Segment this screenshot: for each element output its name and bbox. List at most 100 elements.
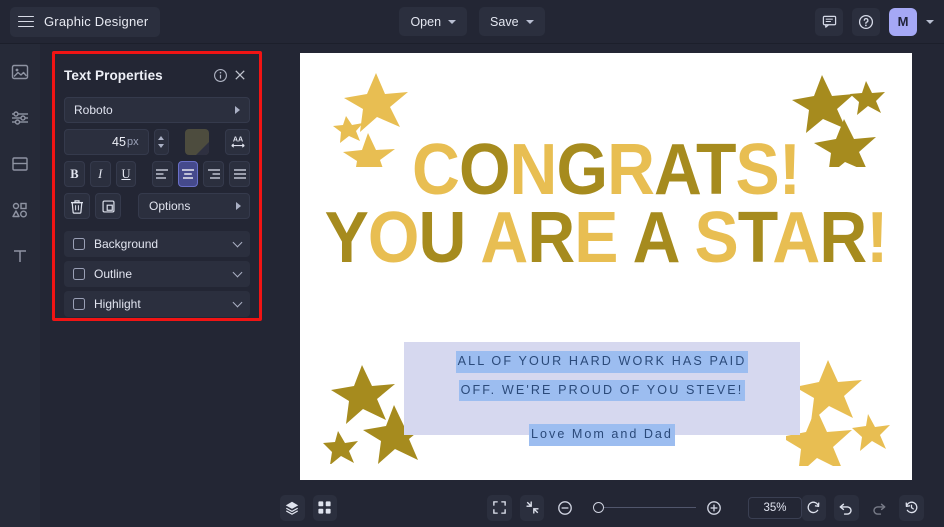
selected-text-box[interactable]: ALL OF YOUR HARD WORK HAS PAID OFF. WE'R… <box>404 342 800 446</box>
zoom-out-button[interactable] <box>552 495 577 521</box>
zoom-in-icon <box>707 500 722 515</box>
zoom-slider-track[interactable] <box>603 506 696 509</box>
design-card[interactable]: CONGRATS! YOU ARE A STAR! ALL OF YOUR HA… <box>300 53 912 480</box>
layers-button[interactable] <box>280 494 305 521</box>
letter-spacing-button[interactable]: AA <box>225 129 251 155</box>
app-title: Graphic Designer <box>44 14 149 29</box>
chevron-down-icon[interactable] <box>232 267 243 278</box>
save-button[interactable]: Save <box>479 7 545 36</box>
actions-row: Options <box>64 193 250 219</box>
info-icon[interactable] <box>210 65 230 85</box>
font-size-row: 45 px AA <box>64 129 251 155</box>
italic-button[interactable]: I <box>89 161 111 187</box>
options-button[interactable]: Options <box>138 193 250 219</box>
fit-screen-icon <box>493 501 506 514</box>
shapes-icon <box>12 202 27 218</box>
duplicate-icon <box>101 199 115 213</box>
app-root: Graphic Designer Open Save M Text Proper… <box>0 0 944 527</box>
section-highlight[interactable]: Highlight <box>64 291 250 317</box>
body-text-line-2: OFF. WE'RE PROUD OF YOU STEVE! <box>458 379 746 402</box>
zoom-level-value[interactable]: 35% <box>748 496 802 519</box>
letter-spacing-icon: AA <box>231 136 245 148</box>
hamburger-icon[interactable] <box>18 15 34 28</box>
header-right-actions: M <box>815 7 934 36</box>
open-button[interactable]: Open <box>399 7 468 36</box>
outline-checkbox[interactable] <box>73 268 85 280</box>
sidebar-item-text[interactable] <box>8 244 32 268</box>
history-button[interactable] <box>899 494 924 521</box>
layout-icon <box>12 157 28 171</box>
font-size-value: 45 <box>112 135 126 149</box>
text-icon <box>14 250 26 262</box>
section-outline[interactable]: Outline <box>64 261 250 287</box>
redo-button[interactable] <box>867 495 892 521</box>
chevron-down-icon[interactable] <box>232 297 243 308</box>
chevron-down-icon[interactable] <box>232 237 243 248</box>
star-cluster-bottom-right <box>786 360 890 466</box>
delete-button[interactable] <box>64 193 90 219</box>
fit-screen-button[interactable] <box>487 494 512 521</box>
grid-button[interactable] <box>312 494 338 521</box>
reset-icon <box>807 501 820 514</box>
comment-button[interactable] <box>815 7 843 36</box>
help-button[interactable] <box>852 7 880 36</box>
font-family-value: Roboto <box>74 103 113 117</box>
svg-text:AA: AA <box>233 136 243 144</box>
bold-button[interactable]: B <box>64 161 85 187</box>
duplicate-button[interactable] <box>95 193 121 219</box>
collapse-button[interactable] <box>519 494 545 521</box>
app-header: Graphic Designer Open Save M <box>0 0 944 44</box>
align-justify-button[interactable] <box>229 161 250 187</box>
close-icon[interactable] <box>230 65 250 85</box>
redo-icon <box>873 503 886 515</box>
zoom-slider-handle[interactable] <box>592 502 604 513</box>
align-center-button[interactable] <box>177 161 199 187</box>
canvas-area[interactable]: CONGRATS! YOU ARE A STAR! ALL OF YOUR HA… <box>268 44 944 488</box>
undo-button[interactable] <box>834 494 859 521</box>
chevron-down-icon <box>525 20 534 24</box>
avatar-chevron-down-icon[interactable] <box>926 20 934 24</box>
zoom-in-button[interactable] <box>702 495 727 521</box>
highlight-checkbox[interactable] <box>73 298 85 310</box>
background-checkbox[interactable] <box>73 238 85 250</box>
sidebar-item-images[interactable] <box>8 60 32 84</box>
zoom-slider[interactable] <box>592 502 696 513</box>
image-icon <box>11 64 29 80</box>
collapse-icon <box>525 501 539 514</box>
headline-text[interactable]: CONGRATS! YOU ARE A STAR! <box>324 130 889 274</box>
font-size-unit: px <box>126 136 139 148</box>
reset-button[interactable] <box>801 494 827 521</box>
underline-button[interactable]: U <box>115 161 137 187</box>
text-properties-panel: Text Properties Roboto 45 px AA B I U Op… <box>55 54 259 318</box>
comment-icon <box>822 15 836 28</box>
body-text-line-3: Love Mom and Dad <box>529 424 675 446</box>
avatar[interactable]: M <box>889 7 917 36</box>
font-family-select[interactable]: Roboto <box>64 97 250 123</box>
sidebar-item-adjustments[interactable] <box>8 106 32 130</box>
font-size-input[interactable]: 45 px <box>64 129 149 155</box>
open-label: Open <box>410 14 442 29</box>
text-color-swatch[interactable] <box>184 129 210 155</box>
chevron-right-icon <box>236 202 241 210</box>
panel-header: Text Properties <box>64 62 250 88</box>
undo-icon <box>840 503 853 515</box>
chevron-right-icon <box>235 106 240 114</box>
body-text-line-1: ALL OF YOUR HARD WORK HAS PAID <box>455 351 749 373</box>
section-background[interactable]: Background <box>64 231 250 257</box>
stepper-up-icon[interactable] <box>158 136 165 140</box>
layers-icon <box>286 501 299 515</box>
text-properties-panel-highlight: Text Properties Roboto 45 px AA B I U Op… <box>52 51 262 321</box>
save-label: Save <box>490 14 519 29</box>
align-justify-icon <box>233 169 246 179</box>
history-icon <box>905 501 918 514</box>
sidebar-item-templates[interactable] <box>8 152 32 176</box>
align-left-button[interactable] <box>151 161 173 187</box>
trash-icon <box>71 199 83 214</box>
stepper-down-icon[interactable] <box>158 144 165 148</box>
brand-menu-button[interactable]: Graphic Designer <box>10 6 161 37</box>
align-right-button[interactable] <box>203 161 225 187</box>
font-size-stepper[interactable] <box>153 129 169 155</box>
sidebar-item-shapes[interactable] <box>8 198 32 222</box>
headline-line-1: CONGRATS! <box>412 130 801 210</box>
zoom-out-icon <box>557 500 572 515</box>
